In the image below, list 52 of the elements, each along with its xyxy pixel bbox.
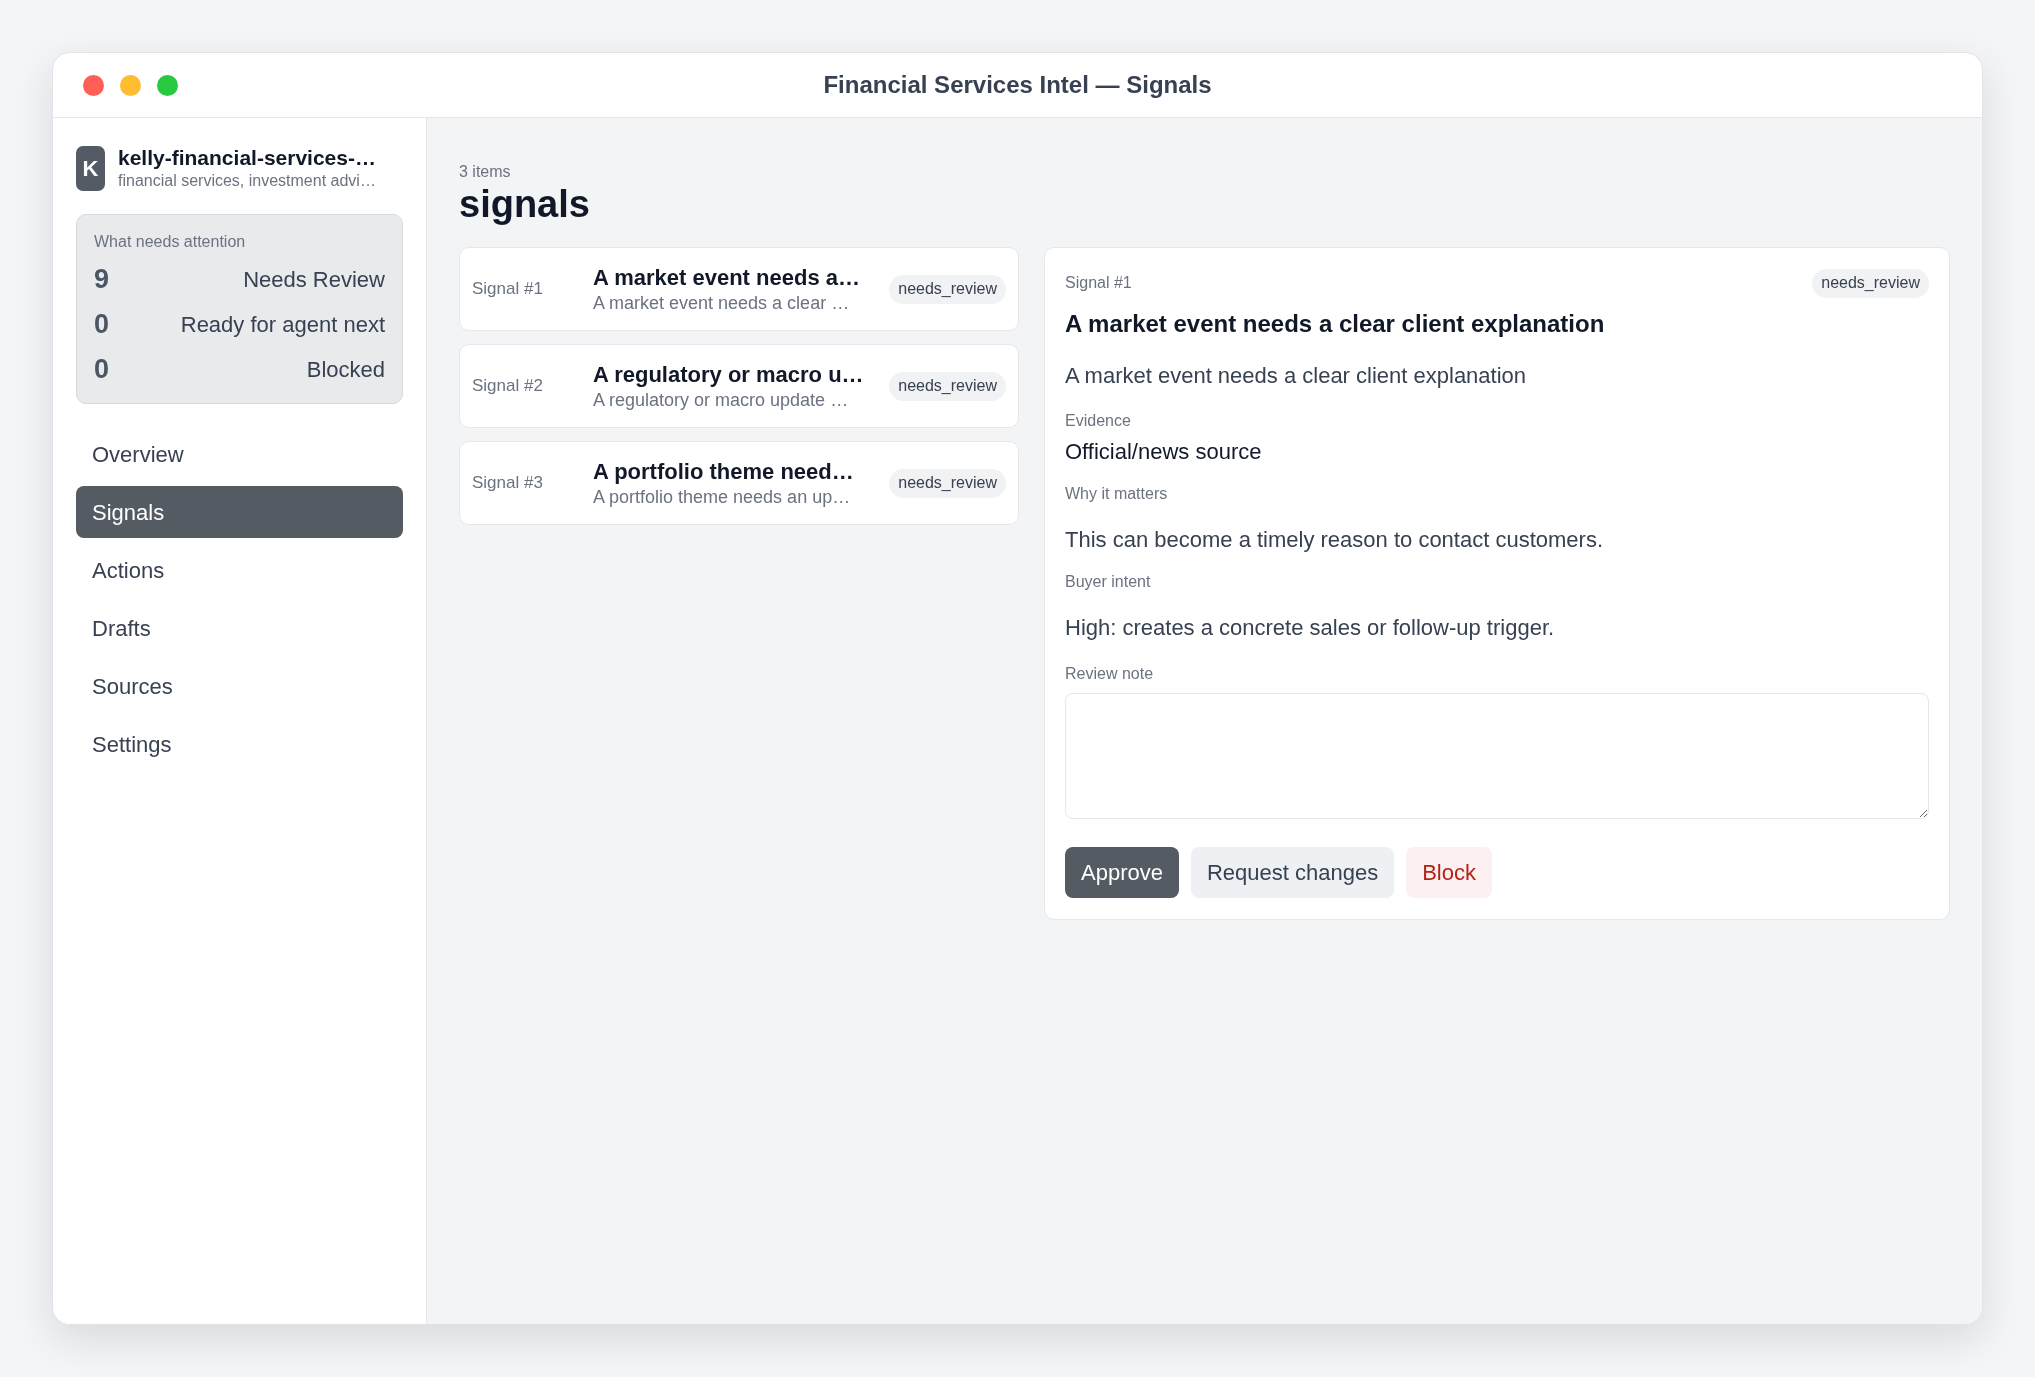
signal-number: Signal #1: [472, 278, 544, 301]
nav-item[interactable]: Signals: [76, 486, 403, 538]
workspace-avatar: K: [76, 145, 105, 191]
detail-description: A market event needs a clear client explanation: [1065, 362, 1528, 390]
status-badge: needs_review: [889, 371, 1006, 401]
field-value: High: creates a concrete sales or follow-up trigger.: [1065, 614, 1556, 642]
request-changes-button[interactable]: Request changes: [1190, 847, 1395, 898]
field-value: Official/news source: [1065, 438, 1263, 466]
attention-count: 0: [94, 307, 110, 341]
signal-title: A market event needs a…: [593, 264, 861, 292]
status-badge: needs_review: [1812, 268, 1929, 298]
block-button[interactable]: Block: [1406, 847, 1492, 898]
approve-button[interactable]: Approve: [1065, 847, 1179, 898]
window-title: Financial Services Intel — Signals: [823, 70, 1212, 100]
attention-count: 0: [94, 352, 110, 386]
signal-summary: A market event needs a clear …: [593, 292, 851, 314]
workspace-name: kelly-financial-services-…: [118, 145, 376, 171]
signal-summary: A portfolio theme needs an up…: [593, 486, 852, 508]
attention-label: Ready for agent next: [180, 310, 385, 339]
item-count: 3 items: [459, 162, 512, 182]
signal-number: Signal #3: [472, 472, 544, 495]
review-note-field[interactable]: [1065, 693, 1929, 819]
signal-card[interactable]: Signal #2 A regulatory or macro u… A regulatory or macro update … needs_review: [459, 344, 1019, 428]
nav-item[interactable]: Sources: [76, 660, 403, 712]
signal-number: Signal #2: [472, 375, 544, 398]
attention-count: 9: [94, 262, 110, 296]
window-maximize-icon[interactable]: [157, 74, 178, 96]
signal-summary: A regulatory or macro update …: [593, 389, 850, 411]
nav-item[interactable]: Actions: [76, 544, 403, 596]
page-heading: signals: [459, 182, 591, 226]
attention-title: What needs attention: [94, 232, 247, 252]
review-note-label: Review note: [1065, 664, 1155, 684]
field-label: Evidence: [1065, 411, 1132, 431]
nav-item[interactable]: Settings: [76, 718, 403, 770]
window-minimize-icon[interactable]: [120, 74, 141, 96]
signal-title: A regulatory or macro u…: [593, 361, 865, 389]
status-badge: needs_review: [889, 274, 1006, 304]
attention-label: Blocked: [306, 355, 385, 384]
status-badge: needs_review: [889, 468, 1006, 498]
attention-label: Needs Review: [243, 265, 385, 294]
detail-title: A market event needs a clear client explanation: [1065, 309, 1606, 339]
nav-item[interactable]: Drafts: [76, 602, 403, 654]
field-label: Buyer intent: [1065, 572, 1152, 592]
signal-title: A portfolio theme need…: [593, 458, 855, 486]
workspace-subtitle: financial services, investment advi…: [118, 171, 376, 191]
field-value: This can become a timely reason to contact customers.: [1065, 526, 1604, 554]
field-label: Why it matters: [1065, 484, 1169, 504]
signal-card[interactable]: Signal #3 A portfolio theme need… A portfolio theme needs an up… needs_review: [459, 441, 1019, 525]
detail-number: Signal #1: [1065, 273, 1132, 293]
signal-card[interactable]: Signal #1 A market event needs a… A market event needs a clear … needs_review: [459, 247, 1019, 331]
window-close-icon[interactable]: [83, 74, 104, 96]
nav-item[interactable]: Overview: [76, 428, 403, 480]
